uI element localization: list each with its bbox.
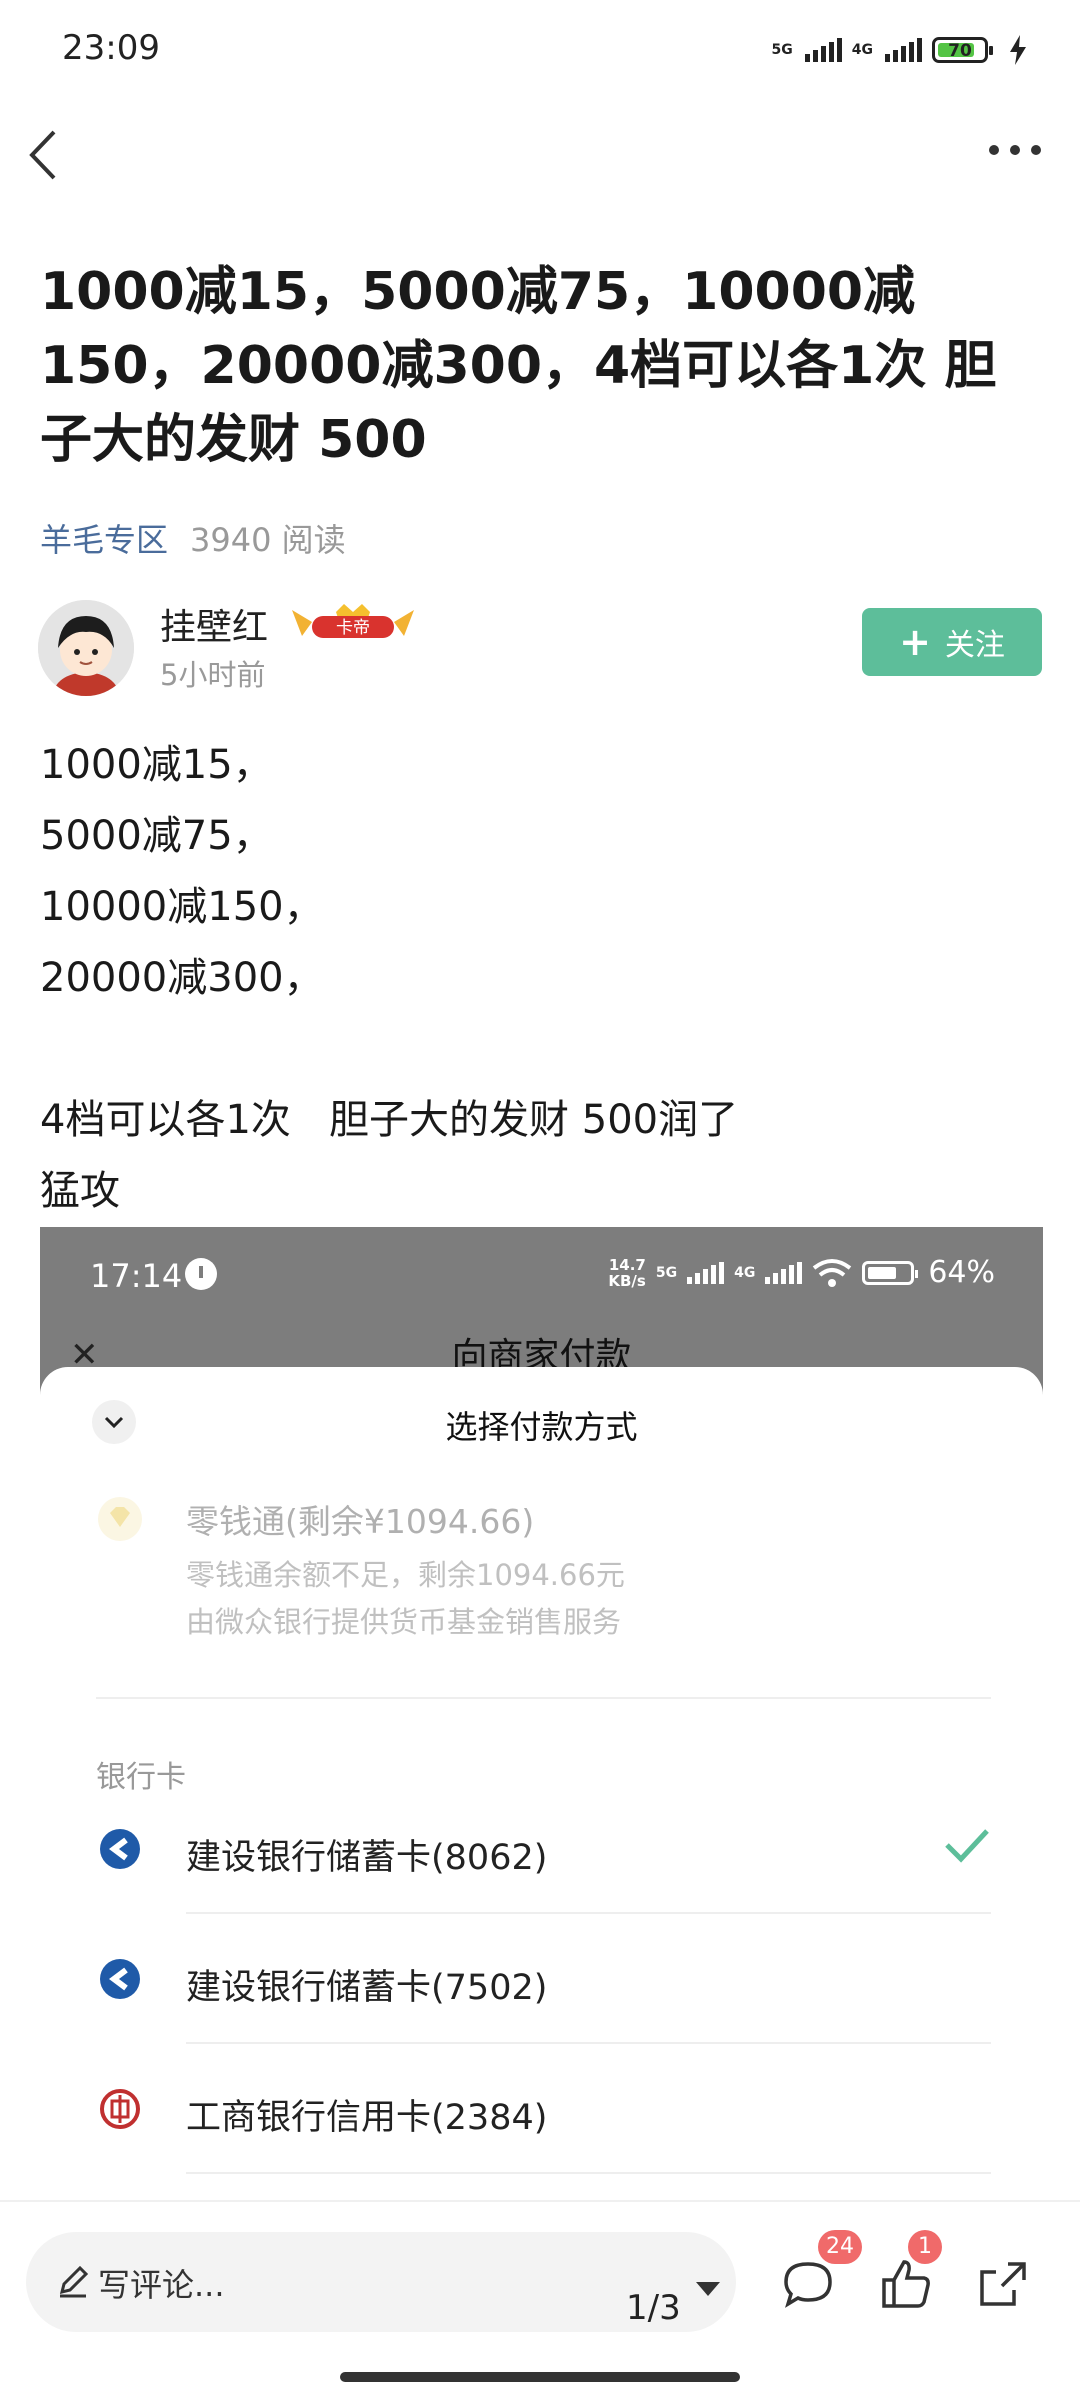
- caret-down-icon[interactable]: [696, 2282, 720, 2296]
- post-body: 1000减15， 5000减75， 10000减150， 20000减300， …: [40, 730, 1040, 1227]
- divider: [96, 1697, 991, 1699]
- crown-badge-icon: 卡帝: [292, 604, 414, 638]
- share-icon: [980, 2262, 1026, 2306]
- body-line: 20000减300，: [40, 955, 324, 1001]
- follow-button[interactable]: + 关注: [862, 608, 1042, 676]
- signal-icon-2: [885, 38, 922, 62]
- lingqiantong-name: 零钱通(剩余¥1094.66): [186, 1502, 535, 1541]
- page-indicator[interactable]: 1/3: [626, 2288, 681, 2328]
- bank-name: 建设银行储蓄卡(8062): [186, 1838, 548, 1878]
- image-status-bar: 17:14 14.7 KB/s 5G 4G 64%: [40, 1227, 1043, 1327]
- signal-icon: [804, 38, 842, 62]
- battery-icon: 70: [932, 37, 993, 63]
- network-4g-label: 4G: [851, 42, 873, 58]
- share-button[interactable]: [972, 2254, 1032, 2314]
- body-line: 10000减150，: [40, 884, 324, 930]
- speed-unit: KB/s: [608, 1271, 646, 1290]
- bank-option[interactable]: 建设银行储蓄卡(7502): [40, 1915, 1043, 2043]
- status-time: 23:09: [62, 28, 160, 68]
- avatar-image: [38, 600, 134, 696]
- body-line: 猛攻: [40, 1168, 120, 1214]
- diamond-icon: [98, 1497, 142, 1541]
- sheet-title: 选择付款方式: [445, 1408, 638, 1446]
- badge-text: 卡帝: [336, 618, 370, 638]
- comment-input[interactable]: 写评论... 1/3: [26, 2232, 736, 2332]
- body-line: 1000减15，: [40, 742, 273, 788]
- signal-icon: [687, 1261, 725, 1284]
- comment-count: 24: [818, 2230, 862, 2264]
- charging-icon: [1010, 35, 1026, 65]
- read-count: 3940 阅读: [190, 521, 346, 559]
- image-time: 17:14: [90, 1257, 183, 1295]
- wifi-icon: [813, 1258, 852, 1287]
- bank-option[interactable]: 工商银行信用卡(2384): [40, 2045, 1043, 2173]
- check-icon: [945, 1829, 989, 1863]
- image-5g-label: 5G: [655, 1264, 678, 1281]
- image-status-icons: 14.7 KB/s 5G 4G 64%: [608, 1255, 995, 1290]
- body-line: [40, 1014, 1040, 1085]
- divider: [186, 2042, 991, 2044]
- status-icons: 5G 4G 70: [772, 28, 1028, 72]
- battery-icon: [862, 1260, 919, 1285]
- payment-sheet: 选择付款方式 零钱通(剩余¥1094.66) 零钱通余额不足，剩余1094.66…: [40, 1367, 1043, 2227]
- pencil-icon: [59, 2265, 89, 2298]
- chevron-left-icon: [29, 130, 56, 180]
- post-title: 1000减15，5000减75，10000减150，20000减300，4档可以…: [40, 262, 997, 470]
- vip-badge: 卡帝: [288, 602, 418, 642]
- category-link[interactable]: 羊毛专区: [40, 521, 168, 559]
- divider: [186, 2172, 991, 2174]
- speed-value: 14.7: [608, 1255, 646, 1274]
- plus-icon: +: [899, 620, 931, 664]
- divider: [186, 1912, 991, 1914]
- battery-level: 70: [948, 41, 972, 61]
- clock-icon: [185, 1258, 217, 1290]
- more-icon: [989, 145, 1041, 155]
- avatar[interactable]: [38, 600, 134, 696]
- lingqiantong-warning: 零钱通余额不足，剩余1094.66元: [186, 1558, 625, 1592]
- lingqiantong-note: 由微众银行提供货币基金销售服务: [186, 1605, 622, 1639]
- post-image[interactable]: 17:14 14.7 KB/s 5G 4G 64% ✕ 向商家付款 选择付款方式 …: [40, 1227, 1043, 2227]
- more-options-button[interactable]: [980, 130, 1050, 170]
- home-indicator[interactable]: [340, 2372, 740, 2382]
- image-speed: 14.7 KB/s: [608, 1257, 645, 1289]
- author-name[interactable]: 挂壁红: [160, 598, 268, 650]
- comments-button[interactable]: 24: [778, 2230, 862, 2314]
- icbc-logo-icon: [98, 2087, 142, 2131]
- ccb-logo-icon: [98, 1827, 142, 1871]
- follow-label: 关注: [944, 628, 1005, 663]
- signal-icon-2: [765, 1261, 803, 1284]
- body-line: 4档可以各1次 胆子大的发财 500润了: [40, 1097, 739, 1143]
- like-button[interactable]: 1: [876, 2230, 942, 2314]
- image-battery: 64%: [928, 1255, 995, 1290]
- post-meta: 羊毛专区 3940 阅读: [40, 515, 346, 561]
- back-button[interactable]: [22, 120, 82, 190]
- network-5g-label: 5G: [771, 42, 793, 58]
- bank-name: 工商银行信用卡(2384): [186, 2098, 548, 2138]
- post-time: 5小时前: [160, 658, 266, 692]
- comment-placeholder: 写评论...: [98, 2266, 225, 2304]
- bank-option[interactable]: 建设银行储蓄卡(8062): [40, 1785, 1043, 1913]
- image-4g-label: 4G: [734, 1264, 756, 1281]
- like-count: 1: [908, 2230, 942, 2264]
- ccb-logo-icon: [98, 1957, 142, 2001]
- bank-name: 建设银行储蓄卡(7502): [186, 1968, 548, 2008]
- body-line: 5000减75，: [40, 813, 273, 859]
